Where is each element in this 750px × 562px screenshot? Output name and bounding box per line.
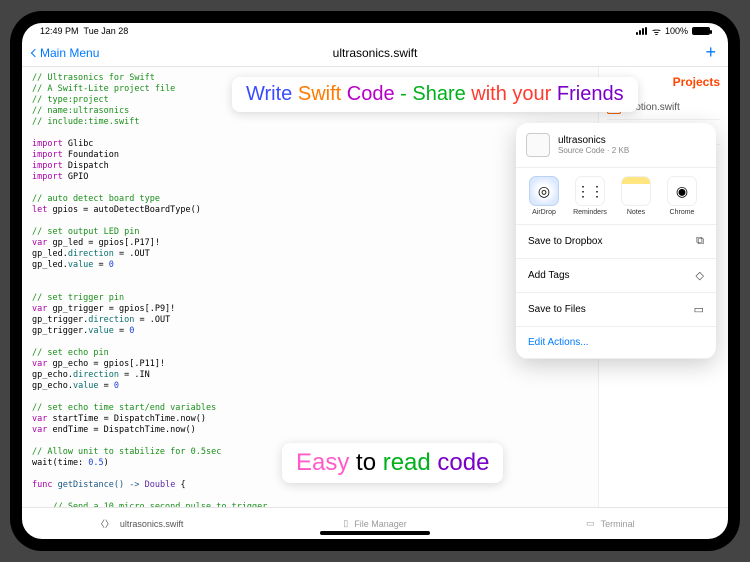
app-icon: ◉ [667, 176, 697, 206]
code-editor[interactable]: // Ultrasonics for Swift // A Swift-Lite… [22, 67, 598, 507]
share-file-meta: Source Code · 2 KB [558, 146, 629, 155]
status-time: 12:49 PM Tue Jan 28 [40, 26, 128, 36]
app-label: AirDrop [524, 209, 564, 216]
marketing-callout-bottom: Easy to read code [282, 443, 503, 483]
add-button[interactable]: + [705, 42, 716, 63]
action-edit-actions[interactable]: Edit Actions... [516, 327, 716, 359]
app-icon: ⋮⋮ [575, 176, 605, 206]
tab-label: Terminal [601, 519, 635, 529]
action-label: Edit Actions... [528, 337, 589, 348]
action-label: Add Tags [528, 270, 570, 281]
chevron-left-icon [31, 48, 39, 56]
app-label: Chrome [662, 209, 702, 216]
share-app-airdrop[interactable]: ◎ AirDrop [524, 176, 564, 216]
action-label: Save to Dropbox [528, 236, 603, 247]
app-label: Notes [616, 209, 656, 216]
screen: 12:49 PM Tue Jan 28 ᯤ 100% Main Menu ult… [22, 23, 728, 539]
back-button[interactable]: Main Menu [32, 46, 99, 60]
share-file-name: ultrasonics [558, 135, 629, 146]
nav-bar: Main Menu ultrasonics.swift + [22, 39, 728, 67]
page-title: ultrasonics.swift [333, 46, 418, 60]
terminal-icon: ▭ [586, 518, 595, 529]
tag-icon: ◇ [696, 269, 704, 282]
battery-icon [692, 27, 710, 35]
document-icon: ▯ [343, 518, 348, 529]
tab-terminal[interactable]: ▭ Terminal [493, 508, 728, 539]
status-bar: 12:49 PM Tue Jan 28 ᯤ 100% [22, 23, 728, 39]
share-sheet: ultrasonics Source Code · 2 KB ◎ AirDrop ⋮… [516, 123, 716, 359]
app-icon [621, 176, 651, 206]
action-add-tags[interactable]: Add Tags ◇ [516, 259, 716, 293]
tab-label: ultrasonics.swift [120, 519, 184, 529]
dropbox-icon: ⧉ [696, 235, 704, 248]
wifi-icon: ᯤ [652, 24, 661, 38]
app-icon: ◎ [529, 176, 559, 206]
marketing-callout-top: Write Swift Code - Share with your Frien… [232, 77, 638, 112]
folder-icon: ▭ [694, 303, 704, 316]
code-icon: 〈〉 [96, 517, 114, 530]
action-save-dropbox[interactable]: Save to Dropbox ⧉ [516, 225, 716, 259]
file-thumbnail-icon [526, 133, 550, 157]
home-indicator[interactable] [320, 531, 430, 535]
back-label: Main Menu [40, 46, 99, 60]
app-label: Reminders [570, 209, 610, 216]
share-app-chrome[interactable]: ◉ Chrome [662, 176, 702, 216]
cellular-icon [636, 27, 648, 35]
share-apps-row[interactable]: ◎ AirDrop ⋮⋮ Reminders Notes ◉ Chrome [516, 168, 716, 225]
battery-percent: 100% [665, 26, 688, 36]
tab-label: File Manager [354, 519, 407, 529]
share-app-notes[interactable]: Notes [616, 176, 656, 216]
tab-editor[interactable]: 〈〉 ultrasonics.swift [22, 508, 257, 539]
device-frame: 12:49 PM Tue Jan 28 ᯤ 100% Main Menu ult… [10, 11, 740, 551]
action-label: Save to Files [528, 304, 586, 315]
share-app-reminders[interactable]: ⋮⋮ Reminders [570, 176, 610, 216]
action-save-files[interactable]: Save to Files ▭ [516, 293, 716, 327]
